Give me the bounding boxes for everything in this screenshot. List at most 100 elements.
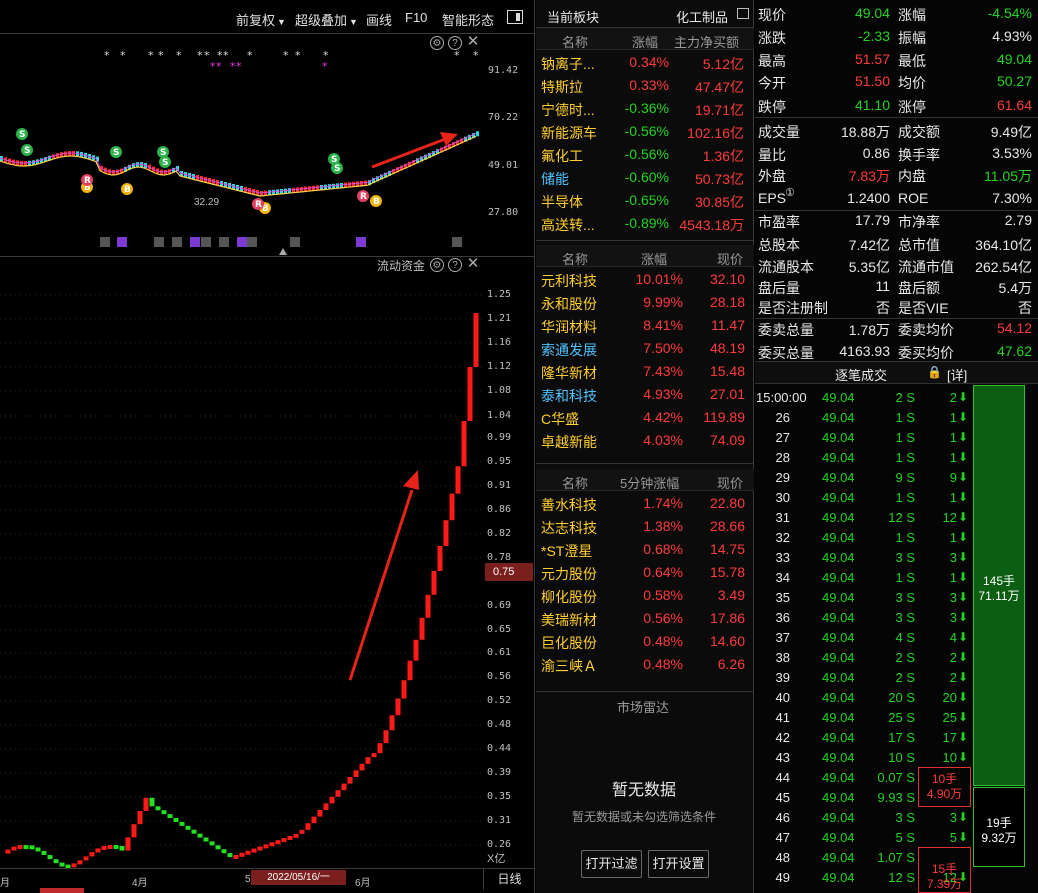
sell-signal-icon[interactable]: S [16, 128, 28, 140]
event-marker-icon[interactable] [219, 237, 229, 247]
event-marker-icon[interactable] [356, 237, 366, 247]
ticks-detail-link[interactable]: [详] [947, 365, 967, 384]
sector-row[interactable]: 钠离子... 0.34% 5.12亿 [536, 51, 754, 74]
fivemin-row[interactable]: 巨化股份 0.48% 14.60 [536, 630, 754, 653]
sell-signal-icon[interactable]: S [331, 162, 343, 174]
sector-row[interactable]: 宁德时... -0.36% 19.71亿 [536, 97, 754, 120]
stock-name-cell: 华润材料 [541, 319, 597, 335]
flow-y-label: 0.48 [487, 719, 512, 730]
fivemin-row[interactable]: 渝三峡Ａ 0.48% 6.26 [536, 653, 754, 676]
event-marker-icon[interactable] [172, 237, 182, 247]
close-icon[interactable]: ✕ [466, 34, 480, 49]
open-filter-button[interactable]: 打开过滤 [581, 850, 642, 878]
current-value-tag: 0.75 [485, 563, 533, 581]
sector-name[interactable]: 化工制品 [676, 7, 728, 26]
tick-volume: 9.93 S [877, 790, 915, 805]
help-icon[interactable]: ? [448, 36, 462, 50]
arrow-down-icon: ⬇ [957, 550, 968, 564]
fivemin-row[interactable]: 元力股份 0.64% 15.78 [536, 561, 754, 584]
period-button[interactable]: 日线 [483, 868, 535, 890]
scroll-triangle-icon[interactable] [279, 248, 287, 255]
sector-row[interactable]: 氟化工 -0.56% 1.36亿 [536, 143, 754, 166]
event-marker-icon[interactable] [117, 237, 127, 247]
panel-toggle-icon[interactable] [507, 10, 523, 24]
event-marker-icon[interactable] [201, 237, 211, 247]
buy-signal-icon[interactable]: B [121, 183, 133, 195]
scroll-indicator[interactable] [40, 888, 84, 893]
quote-value: 11.05万 [984, 168, 1032, 184]
ticks-title[interactable]: 逐笔成交 [835, 365, 887, 384]
quote-value: 5.35亿 [848, 259, 890, 275]
gainer-row[interactable]: 隆华新材 7.43% 15.48 [536, 360, 754, 383]
flow-up-bar [437, 545, 443, 571]
flow-chart[interactable] [0, 257, 484, 868]
stock-name-cell: 巨化股份 [541, 635, 597, 651]
flow-down-bar [221, 849, 227, 854]
sell-signal-icon[interactable]: S [157, 146, 169, 158]
arrow-down-icon: ⬇ [957, 730, 968, 744]
settings-icon[interactable]: ⚙ [430, 36, 444, 50]
sell-signal-icon[interactable]: S [110, 146, 122, 158]
event-marker-icon[interactable] [154, 237, 164, 247]
adjust-dropdown[interactable]: 前复权 ▼ [236, 10, 286, 29]
quote-value: 1.78万 [848, 322, 890, 338]
fivemin-row[interactable]: 美瑞新材 0.56% 17.86 [536, 607, 754, 630]
draw-line-button[interactable]: 画线 [366, 10, 392, 29]
tick-count: 25 [942, 710, 957, 725]
col-name[interactable]: 名称 [562, 473, 588, 492]
risk-signal-icon[interactable]: R [81, 174, 93, 186]
gainer-row[interactable]: 元利科技 10.01% 32.10 [536, 268, 754, 291]
gainer-row[interactable]: 华润材料 8.41% 11.47 [536, 314, 754, 337]
col-price[interactable]: 现价 [717, 473, 743, 492]
chart-toolbar: 前复权 ▼ 超级叠加 ▼ 画线 F10 智能形态 [0, 0, 535, 34]
lock-icon[interactable]: 🔒 [927, 365, 942, 379]
event-marker-icon[interactable] [237, 237, 247, 247]
col-price[interactable]: 现价 [717, 249, 743, 268]
col-pct[interactable]: 涨幅 [632, 32, 658, 51]
flow-down-bar [227, 853, 233, 858]
buy-signal-icon[interactable]: B [370, 195, 382, 207]
col-netbuy[interactable]: 主力净买额 [674, 32, 739, 51]
flow-down-bar [35, 847, 41, 852]
sector-row[interactable]: 半导体 -0.65% 30.85亿 [536, 189, 754, 212]
tick-count: 5 [949, 830, 957, 845]
col-name[interactable]: 名称 [562, 32, 588, 51]
kline-chart[interactable]: * * * * * * * * * * * * * * ** * * * * SS S SS SSB BBBRRR [0, 34, 484, 256]
sector-row[interactable]: 新能源车 -0.56% 102.16亿 [536, 120, 754, 143]
sector-row[interactable]: 特斯拉 0.33% 47.47亿 [536, 74, 754, 97]
sell-signal-icon[interactable]: S [159, 156, 171, 168]
fivemin-row[interactable]: 善水科技 1.74% 22.80 [536, 492, 754, 515]
event-marker-icon[interactable] [290, 237, 300, 247]
f10-button[interactable]: F10 [405, 10, 427, 25]
sector-row[interactable]: 高送转... -0.89% 4543.18万 [536, 212, 754, 235]
event-marker-icon[interactable] [452, 237, 462, 247]
divider [755, 318, 1038, 319]
gainer-row[interactable]: C华盛 4.42% 119.89 [536, 406, 754, 429]
col-name[interactable]: 名称 [562, 249, 588, 268]
smart-pattern-button[interactable]: 智能形态 [442, 10, 494, 29]
event-marker-icon[interactable] [190, 237, 200, 247]
gainer-row[interactable]: 永和股份 9.99% 28.18 [536, 291, 754, 314]
info-icon[interactable]: ① [785, 186, 795, 199]
expand-icon[interactable] [737, 8, 749, 19]
risk-signal-icon[interactable]: R [357, 190, 369, 202]
fivemin-row[interactable]: 达志科技 1.38% 28.66 [536, 515, 754, 538]
overlay-dropdown[interactable]: 超级叠加 ▼ [295, 10, 358, 29]
fivemin-row[interactable]: 柳化股份 0.58% 3.49 [536, 584, 754, 607]
flow-up-bar [251, 848, 257, 853]
sector-netbuy-cell: 30.85亿 [694, 194, 744, 210]
chart-area[interactable]: 前复权 ▼ 超级叠加 ▼ 画线 F10 智能形态 * * * * * * * * * * * * * * * * *… [0, 0, 535, 893]
event-marker-icon[interactable] [247, 237, 257, 247]
sector-row[interactable]: 储能 -0.60% 50.73亿 [536, 166, 754, 189]
gainer-row[interactable]: 卓越新能 4.03% 74.09 [536, 429, 754, 452]
gainer-row[interactable]: 泰和科技 4.93% 27.01 [536, 383, 754, 406]
star-mark-icon: * [158, 49, 164, 62]
risk-signal-icon[interactable]: R [252, 198, 264, 210]
col-pct[interactable]: 涨幅 [641, 249, 667, 268]
sell-signal-icon[interactable]: S [21, 144, 33, 156]
col-5min-pct[interactable]: 5分钟涨幅 [620, 473, 679, 492]
fivemin-row[interactable]: *ST澄星 0.68% 14.75 [536, 538, 754, 561]
event-marker-icon[interactable] [100, 237, 110, 247]
gainer-row[interactable]: 索通发展 7.50% 48.19 [536, 337, 754, 360]
open-settings-button[interactable]: 打开设置 [648, 850, 709, 878]
